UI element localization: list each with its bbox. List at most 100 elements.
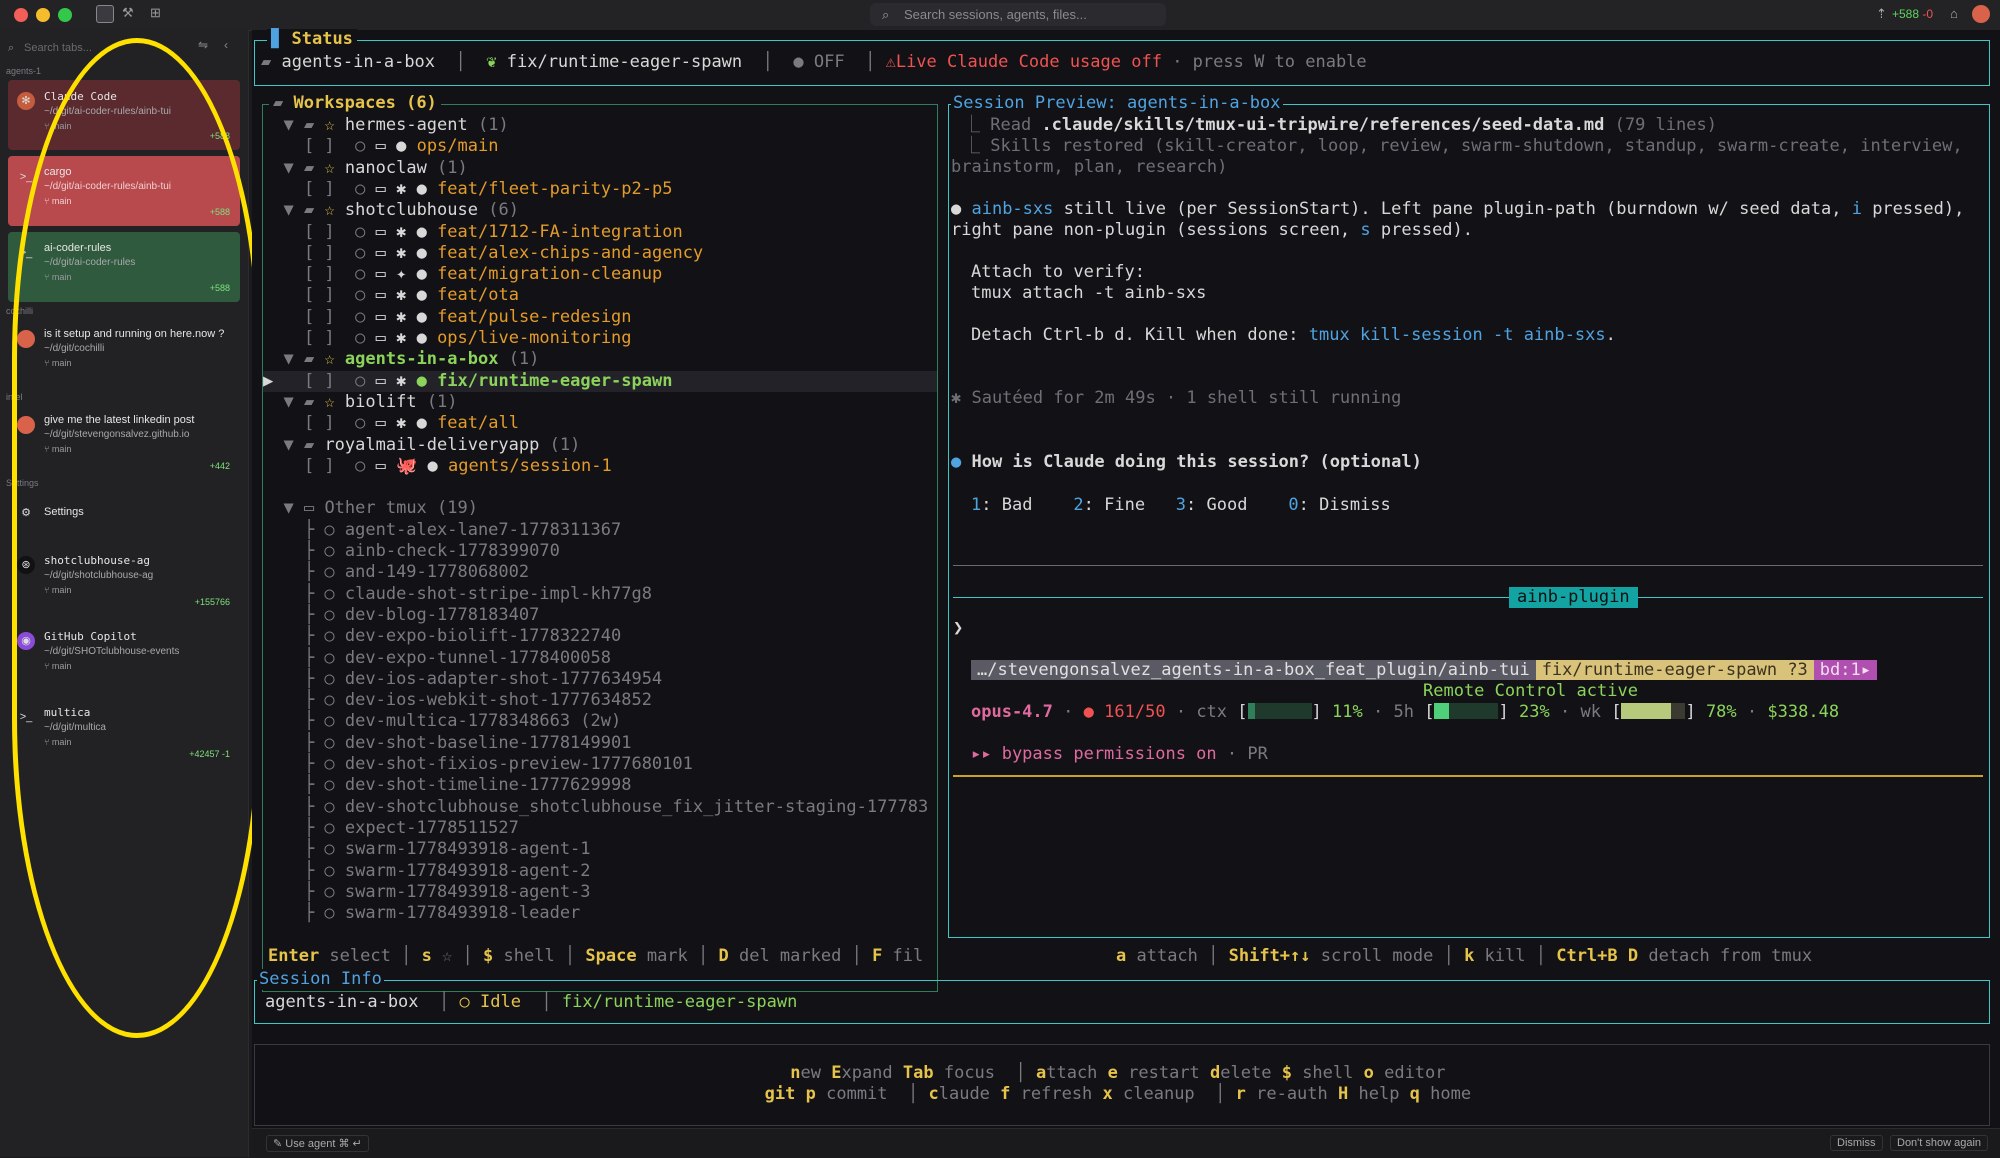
branch-row[interactable]: [ ] ○ ▭ ✱ ● feat/fleet-parity-p2-p5: [263, 179, 673, 200]
branch-row[interactable]: [ ] ○ ▭ ✱ ● feat/alex-chips-and-agency: [263, 243, 703, 264]
checkbox[interactable]: [ ] ○: [283, 243, 375, 263]
upload-icon[interactable]: ⇡: [1876, 6, 1887, 22]
chevron-down-icon[interactable]: ▼: [263, 115, 304, 135]
tmux-session-row[interactable]: ├ ○ dev-expo-biolift-1778322740: [263, 626, 621, 647]
checkbox[interactable]: [ ] ○: [283, 179, 375, 199]
sidebar-item-github-copilot[interactable]: ◉ GitHub Copilot ~/d/git/SHOTclubhouse-e…: [8, 620, 240, 692]
avatar[interactable]: [1972, 5, 1990, 23]
workspace-row[interactable]: ▼ ▰ royalmail-deliveryapp (1): [263, 435, 580, 456]
star-icon[interactable]: ☆: [324, 392, 344, 412]
checkbox[interactable]: [ ] ○: [283, 222, 375, 242]
sidebar-search-input[interactable]: ⌕ Search tabs...: [6, 38, 216, 58]
sidebar-item-multica[interactable]: >_ multica ~/d/git/multica ⑂ main +42457…: [8, 696, 240, 768]
sidebar-item-ai-coder-rules[interactable]: >_ ai-coder-rules ~/d/git/ai-coder-rules…: [8, 232, 240, 302]
sidebar-item-shotclubhouse-ag[interactable]: ⊛ shotclubhouse-ag ~/d/git/shotclubhouse…: [8, 544, 240, 616]
workspace-count: (1): [426, 157, 468, 178]
tmux-session-row[interactable]: ├ ○ swarm-1778493918-agent-1: [263, 839, 591, 860]
attach-command: tmux attach -t ainb-sxs: [971, 283, 1207, 303]
tmux-session-row[interactable]: ├ ○ claude-shot-stripe-impl-kh77g8: [263, 584, 652, 605]
tmux-session-row[interactable]: ├ ○ dev-multica-1778348663 (2w): [263, 711, 621, 732]
checkbox[interactable]: [ ] ○: [283, 264, 375, 284]
checkbox[interactable]: [ ] ○: [283, 307, 375, 327]
close-window-button[interactable]: [14, 8, 28, 22]
status-toggle[interactable]: OFF: [814, 52, 845, 72]
chevron-down-icon[interactable]: ▼: [263, 349, 304, 369]
star-icon[interactable]: ☆: [324, 349, 344, 369]
branch-row[interactable]: [ ] ○ ▭ ✱ ● ops/live-monitoring: [263, 328, 632, 349]
branch-row[interactable]: ▶ [ ] ○ ▭ ✱ ● fix/runtime-eager-spawn: [263, 370, 937, 392]
branch-row[interactable]: [ ] ○ ▭ ✱ ● feat/1712-FA-integration: [263, 222, 683, 243]
maximize-window-button[interactable]: [58, 8, 72, 22]
tmux-session-row[interactable]: ├ ○ agent-alex-lane7-1778311367: [263, 520, 621, 541]
sidebar-item-linkedin[interactable]: give me the latest linkedin post ~/d/git…: [8, 404, 240, 480]
branch-name: feat/all: [437, 413, 519, 434]
checkbox[interactable]: [ ] ○: [283, 285, 375, 305]
status-dot: ●: [416, 242, 438, 263]
tmux-session-row[interactable]: ├ ○ dev-shotclubhouse_shotclubhouse_fix_…: [263, 797, 928, 818]
workspace-row[interactable]: ▼ ▰ ☆ agents-in-a-box (1): [263, 349, 539, 370]
workspace-row[interactable]: ▼ ▰ ☆ hermes-agent (1): [263, 115, 508, 136]
star-icon[interactable]: ☆: [324, 158, 344, 178]
checkbox[interactable]: [ ] ○: [283, 371, 375, 391]
workspace-row[interactable]: ▼ ▰ ☆ nanoclaw (1): [263, 157, 468, 179]
chevron-down-icon[interactable]: ▼: [263, 392, 304, 412]
collapse-icon[interactable]: ‹: [224, 38, 228, 52]
branch-row[interactable]: [ ] ○ ▭ ● ops/main: [263, 136, 499, 157]
read-path: .claude/skills/tmux-ui-tripwire/referenc…: [1041, 115, 1605, 135]
chevron-down-icon[interactable]: ▼: [263, 435, 304, 455]
tmux-session-row[interactable]: ├ ○ dev-ios-webkit-shot-1777634852: [263, 690, 652, 711]
use-agent-button[interactable]: ✎ Use agent ⌘ ↵: [266, 1135, 369, 1152]
star-icon[interactable]: ☆: [324, 200, 344, 220]
tmux-session-row[interactable]: ├ ○ swarm-1778493918-agent-2: [263, 861, 591, 882]
chevron-down-icon[interactable]: ▼: [263, 498, 304, 518]
tmux-session-row[interactable]: ├ ○ expect-1778511527: [263, 818, 519, 839]
tree-branch: ├ ○: [263, 711, 345, 732]
workspace-row[interactable]: ▼ ▰ ☆ biolift (1): [263, 392, 457, 413]
tmux-session-row[interactable]: ├ ○ ainb-check-1778399070: [263, 541, 560, 562]
sidebar-item-cargo[interactable]: >_ cargo ~/d/git/ai-coder-rules/ainb-tui…: [8, 156, 240, 226]
tmux-session-row[interactable]: ├ ○ dev-shot-fixios-preview-1777680101: [263, 754, 693, 775]
workspace-row[interactable]: ▼ ▰ ☆ shotclubhouse (6): [263, 200, 518, 221]
tmux-session-row[interactable]: ├ ○ dev-shot-timeline-1777629998: [263, 775, 632, 796]
sidebar-toggle-icon[interactable]: [96, 5, 114, 23]
star-icon[interactable]: ☆: [324, 115, 344, 135]
separator: │: [841, 946, 873, 966]
branch-row[interactable]: [ ] ○ ▭ ✱ ● feat/pulse-redesign: [263, 307, 632, 328]
tools-icon[interactable]: ⚒: [122, 5, 134, 21]
branch-row[interactable]: [ ] ○ ▭ ✦ ● feat/migration-cleanup: [263, 264, 662, 285]
chevron-down-icon[interactable]: ▼: [263, 200, 304, 220]
tmux-session-row[interactable]: ├ ○ swarm-1778493918-agent-3: [263, 882, 591, 903]
tmux-session-row[interactable]: ├ ○ dev-shot-baseline-1778149901: [263, 733, 632, 754]
sidebar-item-settings[interactable]: ⚙ Settings: [8, 490, 240, 540]
tmux-session-row[interactable]: ├ ○ swarm-1778493918-leader: [263, 903, 580, 924]
prompt-symbol[interactable]: ❯: [953, 618, 963, 639]
tmux-session-row[interactable]: ├ ○ dev-blog-1778183407: [263, 605, 539, 626]
minimize-window-button[interactable]: [36, 8, 50, 22]
other-tmux-header[interactable]: ▼ ▭ Other tmux (19): [263, 498, 478, 519]
branch-row[interactable]: [ ] ○ ▭ ✱ ● feat/ota: [263, 285, 519, 306]
checkbox[interactable]: [ ] ○: [283, 456, 375, 476]
workspaces-panel[interactable]: ▰ Workspaces (6) ▼ ▰ ☆ hermes-agent (1) …: [262, 93, 938, 992]
dismiss-button[interactable]: Dismiss: [1830, 1135, 1883, 1151]
tmux-session-row[interactable]: ├ ○ dev-ios-adapter-shot-1777634954: [263, 669, 662, 690]
sidebar-item-cochilli[interactable]: is it setup and running on here.now ? ~/…: [8, 318, 240, 394]
branch-row[interactable]: [ ] ○ ▭ 🐙 ● agents/session-1: [263, 456, 612, 477]
tmux-session-row[interactable]: ├ ○ dev-expo-tunnel-1778400058: [263, 648, 611, 669]
separator: │: [390, 946, 422, 966]
global-search-input[interactable]: ⌕ Search sessions, agents, files...: [870, 3, 1166, 26]
tmux-session-row[interactable]: ├ ○ and-149-1778068002: [263, 562, 529, 583]
dont-show-again-button[interactable]: Don't show again: [1890, 1135, 1989, 1151]
inbox-icon[interactable]: ⌂: [1950, 6, 1958, 21]
status-line: ▰ agents-in-a-box │ ❦ fix/runtime-eager-…: [261, 52, 1367, 72]
sidebar-item-claude-code[interactable]: ✻ Claude Code ~/d/git/ai-coder-rules/ain…: [8, 80, 240, 150]
chevron-down-icon[interactable]: ▼: [263, 158, 304, 178]
filter-icon[interactable]: ⇋: [198, 38, 208, 52]
checkbox[interactable]: [ ] ○: [283, 328, 375, 348]
terminal-pane[interactable]: ▊ Status ▰ agents-in-a-box │ ❦ fix/runti…: [252, 29, 2000, 1157]
branch-row[interactable]: [ ] ○ ▭ ✱ ● feat/all: [263, 413, 519, 434]
key-label: a: [1116, 946, 1127, 966]
checkbox[interactable]: [ ] ○: [283, 413, 375, 433]
grid-icon[interactable]: ⊞: [150, 5, 161, 21]
feedback-options[interactable]: 1: Bad 2: Fine 3: Good 0: Dismiss: [971, 495, 1391, 516]
checkbox[interactable]: [ ] ○: [283, 136, 375, 156]
